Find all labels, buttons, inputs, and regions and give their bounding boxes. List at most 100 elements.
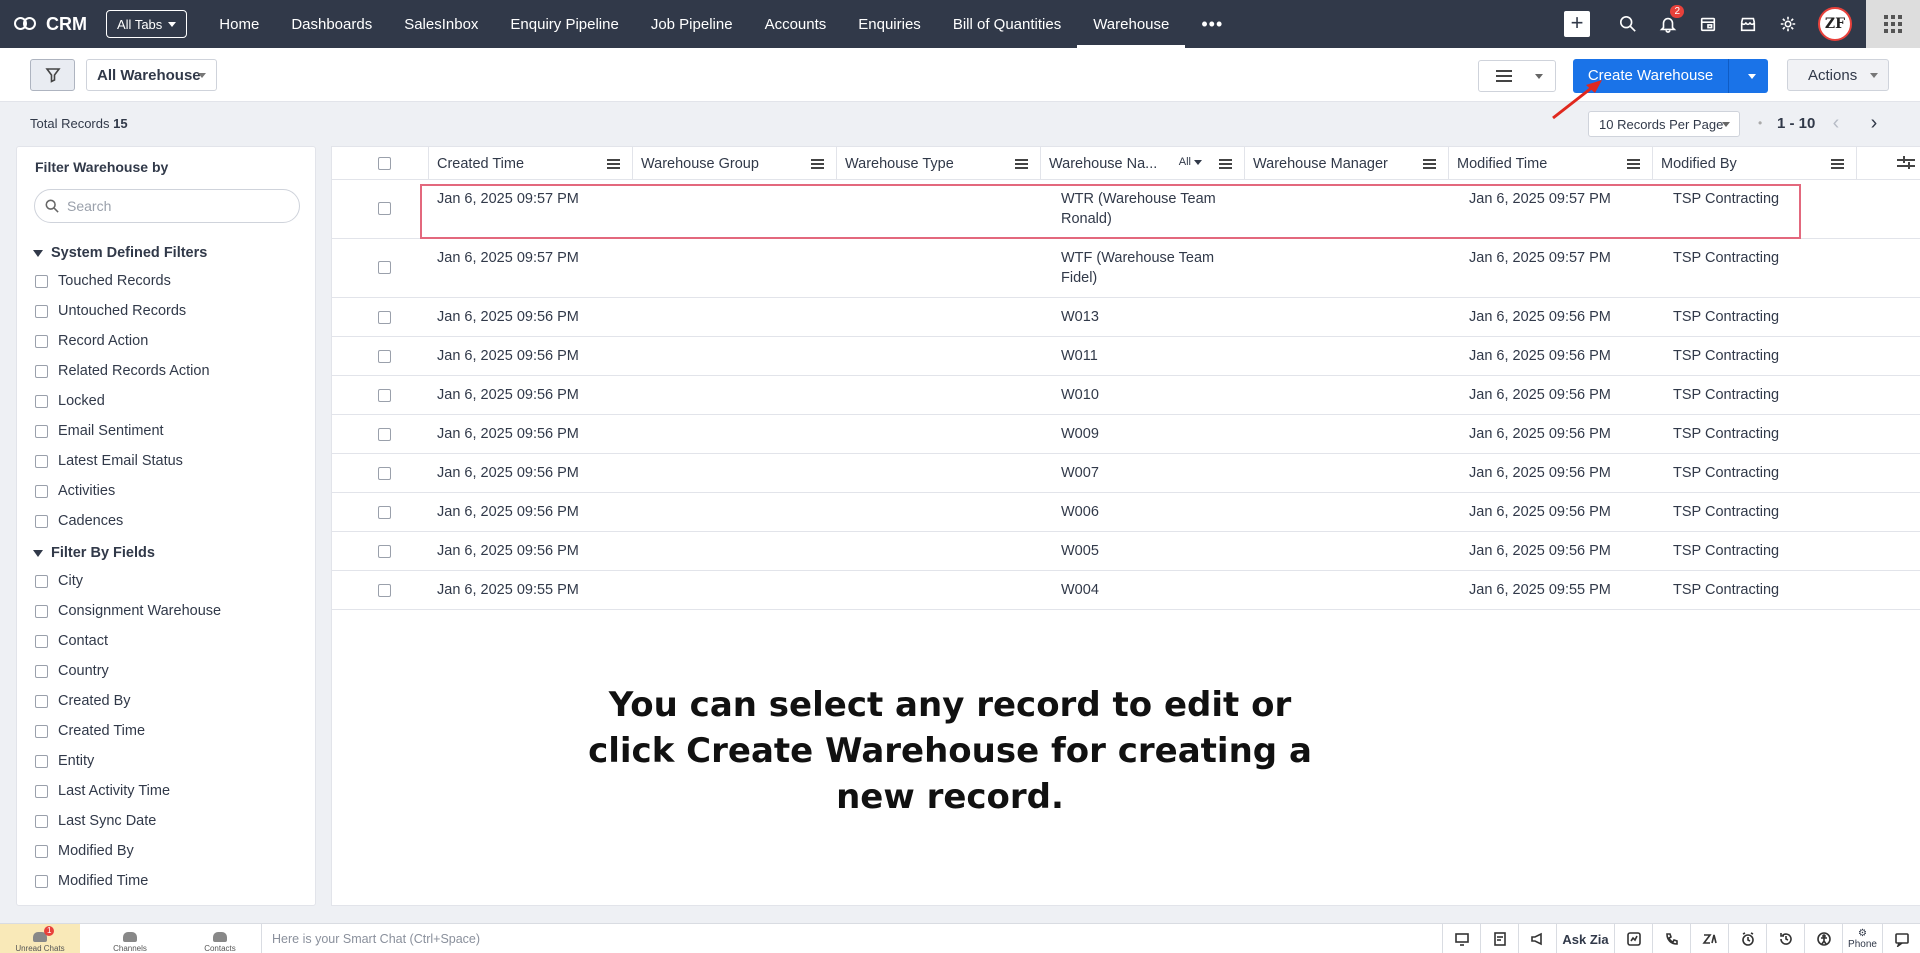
table-row[interactable]: Jan 6, 2025 09:56 PM W011 Jan 6, 2025 09… [332,337,1920,376]
filter-item[interactable]: Touched Records [35,273,171,289]
checkbox[interactable] [35,514,48,528]
table-row[interactable]: Jan 6, 2025 09:56 PM W009 Jan 6, 2025 09… [332,415,1920,454]
cell-warehouse-name[interactable]: W013 [1061,307,1099,327]
field-filter-item[interactable]: Country [35,663,109,679]
table-row[interactable]: Jan 6, 2025 09:56 PM W005 Jan 6, 2025 09… [332,532,1920,571]
contacts-tab[interactable]: Contacts [180,924,260,953]
create-options-dropdown[interactable] [1729,73,1768,79]
checkbox[interactable] [35,664,48,678]
checkbox[interactable] [35,454,48,468]
field-filter-item[interactable]: Modified By [35,843,134,859]
row-checkbox[interactable] [378,311,391,324]
column-header-warehouse-group[interactable]: Warehouse Group [633,147,837,180]
column-menu-icon[interactable] [1831,159,1844,171]
tab-enquiry-pipeline[interactable]: Enquiry Pipeline [494,0,634,48]
table-row[interactable]: Jan 6, 2025 09:56 PM W010 Jan 6, 2025 09… [332,376,1920,415]
checkbox[interactable] [35,364,48,378]
apps-grid-icon[interactable] [1866,0,1920,48]
channels-tab[interactable]: Channels [90,924,170,953]
tab-dashboards[interactable]: Dashboards [275,0,388,48]
table-row[interactable]: Jan 6, 2025 09:56 PM W007 Jan 6, 2025 09… [332,454,1920,493]
checkbox[interactable] [35,694,48,708]
row-checkbox[interactable] [378,202,391,215]
tab-bill-of-quantities[interactable]: Bill of Quantities [937,0,1077,48]
user-avatar[interactable]: ZF [1818,7,1852,41]
filter-item[interactable]: Untouched Records [35,303,186,319]
name-filter-dropdown[interactable]: All [1179,156,1202,168]
checkbox[interactable] [35,394,48,408]
tab-accounts[interactable]: Accounts [749,0,843,48]
table-row[interactable]: Jan 6, 2025 09:56 PM W006 Jan 6, 2025 09… [332,493,1920,532]
crm-logo[interactable]: CRM [14,14,106,35]
field-filter-item[interactable]: Created By [35,693,131,709]
zia-icon[interactable] [1690,924,1728,953]
system-filters-section[interactable]: System Defined Filters [33,245,207,261]
column-header-modified-by[interactable]: Modified By [1653,147,1857,180]
filter-toggle-button[interactable] [30,59,75,91]
history-icon[interactable] [1766,924,1804,953]
field-filters-section[interactable]: Filter By Fields [33,545,155,561]
checkbox[interactable] [35,574,48,588]
quick-create-plus-icon[interactable]: + [1564,11,1590,37]
checkbox[interactable] [35,814,48,828]
column-header-warehouse-name[interactable]: Warehouse Na... All [1041,147,1245,180]
column-settings-icon[interactable] [1897,155,1915,171]
signal-icon[interactable] [1614,924,1652,953]
phone-button[interactable]: ⚙ Phone [1842,924,1882,953]
previous-page-icon[interactable]: ‹ [1826,112,1846,134]
custom-view-dropdown[interactable]: All Warehouse [86,59,217,91]
column-header-warehouse-type[interactable]: Warehouse Type [837,147,1041,180]
row-checkbox[interactable] [378,506,391,519]
cell-warehouse-name[interactable]: WTF (Warehouse Team Fidel) [1061,248,1231,288]
field-filter-item[interactable]: City [35,573,83,589]
checkbox[interactable] [35,484,48,498]
column-header-created-time[interactable]: Created Time [429,147,633,180]
cell-warehouse-name[interactable]: W006 [1061,502,1099,522]
search-icon[interactable] [1617,13,1639,35]
gear-icon[interactable] [1777,13,1799,35]
marketplace-icon[interactable] [1737,13,1759,35]
column-menu-icon[interactable] [1219,159,1232,171]
row-checkbox[interactable] [378,584,391,597]
filter-item[interactable]: Related Records Action [35,363,210,379]
row-checkbox[interactable] [378,467,391,480]
checkbox[interactable] [35,634,48,648]
cell-warehouse-name[interactable]: W004 [1061,580,1099,600]
row-checkbox[interactable] [378,545,391,558]
bell-icon[interactable]: 2 [1657,5,1684,35]
table-row[interactable]: Jan 6, 2025 09:55 PM W004 Jan 6, 2025 09… [332,571,1920,610]
cell-warehouse-name[interactable]: W009 [1061,424,1099,444]
report-icon[interactable] [1480,924,1518,953]
row-checkbox[interactable] [378,350,391,363]
row-checkbox[interactable] [378,261,391,274]
checkbox[interactable] [35,334,48,348]
next-page-icon[interactable]: › [1864,112,1884,134]
checkbox[interactable] [35,754,48,768]
select-all-checkbox[interactable] [378,157,391,170]
filter-item[interactable]: Record Action [35,333,148,349]
checkbox[interactable] [35,784,48,798]
checkbox[interactable] [35,604,48,618]
field-filter-item[interactable]: Consignment Warehouse [35,603,221,619]
cell-warehouse-name[interactable]: W007 [1061,463,1099,483]
cell-warehouse-name[interactable]: W010 [1061,385,1099,405]
megaphone-icon[interactable] [1518,924,1556,953]
cell-warehouse-name[interactable]: W011 [1061,346,1098,366]
column-menu-icon[interactable] [1423,159,1436,171]
field-filter-item[interactable]: Contact [35,633,108,649]
filter-item[interactable]: Cadences [35,513,123,529]
checkbox[interactable] [35,274,48,288]
accessibility-icon[interactable] [1804,924,1842,953]
tab-warehouse[interactable]: Warehouse [1077,0,1186,48]
field-filter-item[interactable]: Created Time [35,723,145,739]
checkbox[interactable] [35,874,48,888]
cell-warehouse-name[interactable]: WTR (Warehouse Team Ronald) [1061,189,1231,229]
table-row[interactable]: Jan 6, 2025 09:57 PM WTR (Warehouse Team… [332,180,1920,239]
checkbox[interactable] [35,724,48,738]
filter-item[interactable]: Activities [35,483,115,499]
screen-share-icon[interactable] [1442,924,1480,953]
checkbox[interactable] [35,844,48,858]
all-tabs-dropdown[interactable]: All Tabs [106,10,188,38]
tab-salesinbox[interactable]: SalesInbox [388,0,494,48]
list-view-switcher[interactable] [1478,60,1556,92]
